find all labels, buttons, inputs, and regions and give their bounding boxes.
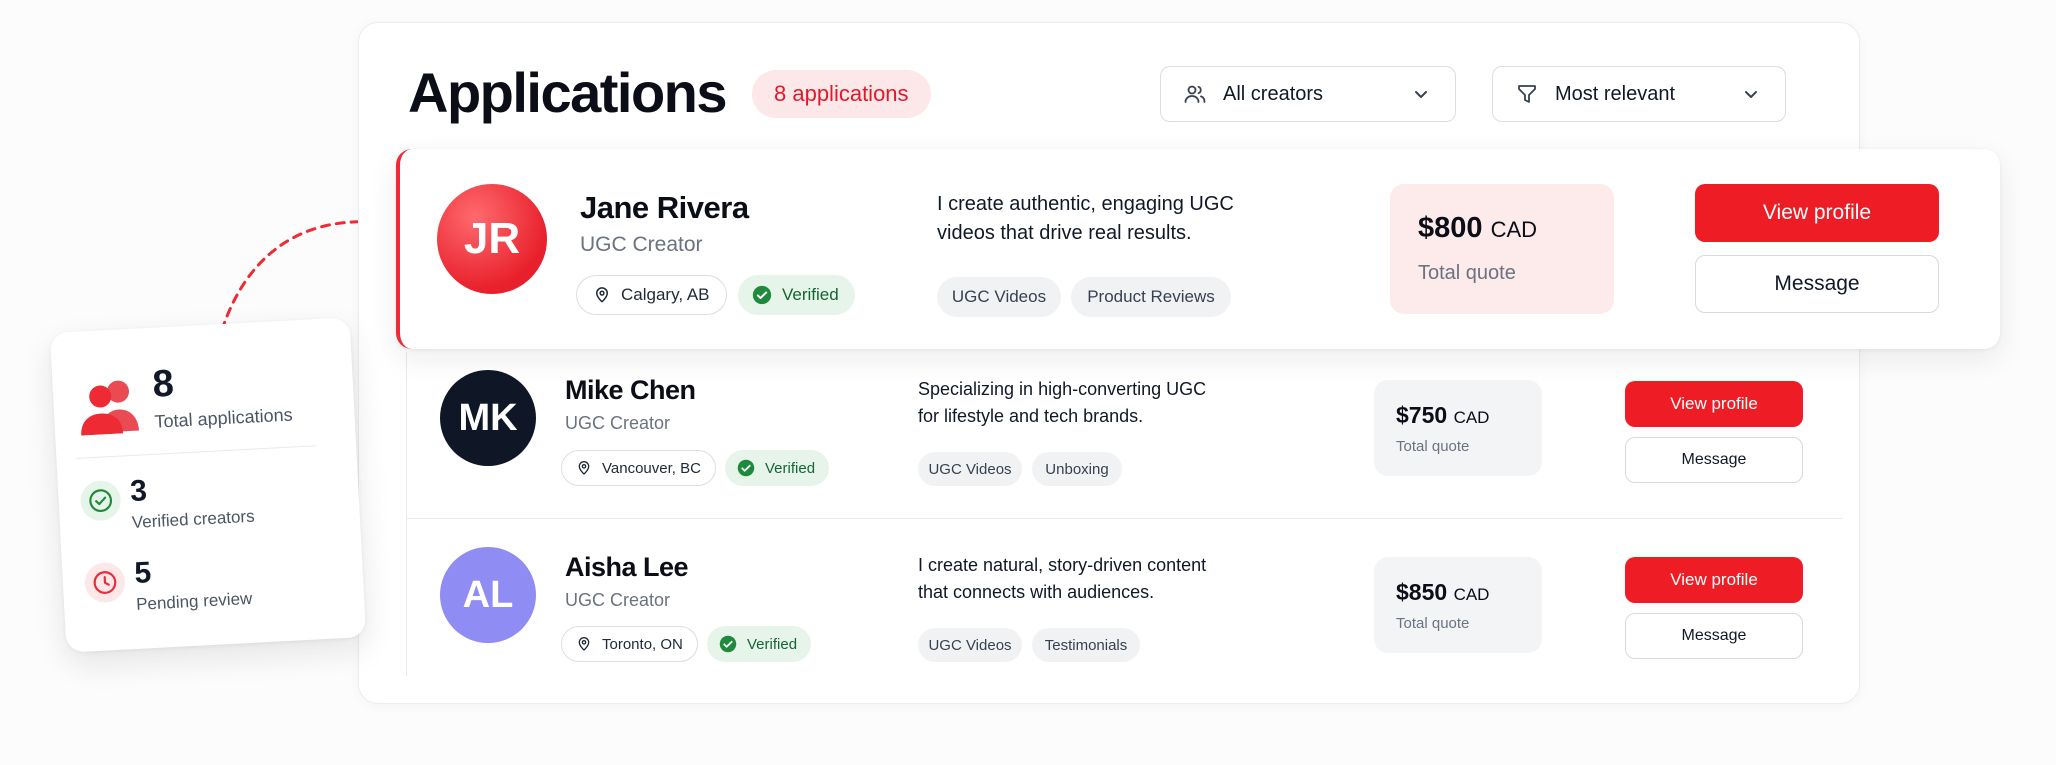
total-applications-label: Total applications <box>154 404 294 432</box>
view-profile-button[interactable]: View profile <box>1695 184 1939 242</box>
quote-label: Total quote <box>1396 438 1470 455</box>
creators-filter-dropdown[interactable]: All creators <box>1160 66 1456 122</box>
verified-text: Verified <box>747 635 798 653</box>
sort-dropdown[interactable]: Most relevant <box>1492 66 1786 122</box>
avatar: JR <box>437 184 547 294</box>
creator-role: UGC Creator <box>565 413 671 433</box>
creator-name: Jane Rivera <box>580 190 749 225</box>
verified-text: Verified <box>782 285 839 304</box>
quote-box: $750 CAD Total quote <box>1374 380 1542 476</box>
location-pill: Calgary, AB <box>576 275 727 315</box>
quote-label: Total quote <box>1418 262 1516 284</box>
view-profile-button[interactable]: View profile <box>1625 557 1803 603</box>
applications-count-badge: 8 applications <box>752 70 931 118</box>
tag: UGC Videos <box>918 452 1022 486</box>
creator-description: I create authentic, engaging UGC videos … <box>937 190 1234 248</box>
tag: Product Reviews <box>1071 277 1231 317</box>
message-button[interactable]: Message <box>1625 613 1803 659</box>
verified-badge: Verified <box>725 450 830 486</box>
filter-icon <box>1518 85 1536 103</box>
verified-badge: Verified <box>707 626 812 662</box>
check-circle-icon <box>737 459 755 477</box>
pending-icon-circle <box>83 561 126 604</box>
quote-box: $800 CAD Total quote <box>1390 184 1614 314</box>
message-button[interactable]: Message <box>1695 255 1939 313</box>
list-left-border <box>406 352 407 676</box>
avatar: MK <box>440 370 536 466</box>
location-text: Calgary, AB <box>621 285 710 304</box>
creator-role: UGC Creator <box>565 590 671 610</box>
map-pin-icon <box>596 287 608 303</box>
tag: UGC Videos <box>918 628 1022 662</box>
total-applications-value: 8 <box>151 362 175 406</box>
verified-badge: Verified <box>738 275 855 315</box>
row-divider <box>406 518 1842 519</box>
description-line: videos that drive real results. <box>937 222 1192 244</box>
tag: Testimonials <box>1032 628 1140 662</box>
pending-review-label: Pending review <box>135 588 253 614</box>
check-circle-icon <box>89 489 113 513</box>
location-pill: Vancouver, BC <box>561 450 716 486</box>
description-line: Specializing in high-converting UGC <box>918 379 1207 399</box>
quote-currency: CAD <box>1453 585 1490 604</box>
avatar-initials: AL <box>462 573 514 616</box>
quote-label: Total quote <box>1396 615 1470 632</box>
description-line: I create natural, story-driven content <box>918 555 1207 575</box>
description-line: that connects with audiences. <box>918 582 1155 602</box>
users-icon <box>81 380 140 436</box>
quote-box: $850 CAD Total quote <box>1374 557 1542 653</box>
chevron-down-icon <box>1745 91 1757 98</box>
quote-amount: $750 CAD <box>1396 402 1489 429</box>
quote-value: $750 <box>1396 402 1448 428</box>
verified-creators-value: 3 <box>129 474 148 509</box>
check-circle-icon <box>719 635 737 653</box>
verified-text: Verified <box>765 459 816 477</box>
location-pill: Toronto, ON <box>561 626 698 662</box>
description-line: I create authentic, engaging UGC <box>937 193 1234 215</box>
sort-label: Most relevant <box>1555 82 1676 105</box>
avatar: AL <box>440 547 536 643</box>
quote-value: $800 <box>1418 212 1483 244</box>
creator-description: Specializing in high-converting UGC for … <box>918 376 1206 430</box>
users-icon <box>1184 85 1206 103</box>
description-line: for lifestyle and tech brands. <box>918 406 1144 426</box>
quote-value: $850 <box>1396 579 1448 605</box>
clock-icon <box>93 571 117 594</box>
pending-review-value: 5 <box>133 556 153 590</box>
location-text: Toronto, ON <box>602 635 683 653</box>
avatar-initials: JR <box>463 214 521 263</box>
avatar-initials: MK <box>458 396 518 439</box>
page-title: Applications <box>408 61 728 124</box>
map-pin-icon <box>578 461 590 475</box>
map-pin-icon <box>578 637 590 651</box>
quote-amount: $800 CAD <box>1418 212 1537 245</box>
verified-icon-circle <box>79 479 122 522</box>
chevron-down-icon <box>1415 91 1427 98</box>
quote-currency: CAD <box>1453 408 1490 427</box>
creators-filter-label: All creators <box>1223 82 1324 105</box>
check-circle-icon <box>752 285 772 305</box>
creator-description: I create natural, story-driven content t… <box>918 552 1206 606</box>
stats-divider <box>76 445 317 459</box>
creator-role: UGC Creator <box>580 233 703 256</box>
creator-name: Mike Chen <box>565 375 696 405</box>
quote-amount: $850 CAD <box>1396 579 1489 606</box>
tag: Unboxing <box>1032 452 1122 486</box>
tag: UGC Videos <box>937 277 1061 317</box>
location-text: Vancouver, BC <box>602 459 701 477</box>
verified-creators-label: Verified creators <box>131 506 256 533</box>
message-button[interactable]: Message <box>1625 437 1803 483</box>
quote-currency: CAD <box>1490 217 1538 242</box>
stats-card: 8 Total applications 3 Verified creators… <box>49 317 367 653</box>
view-profile-button[interactable]: View profile <box>1625 381 1803 427</box>
creator-name: Aisha Lee <box>565 552 689 582</box>
